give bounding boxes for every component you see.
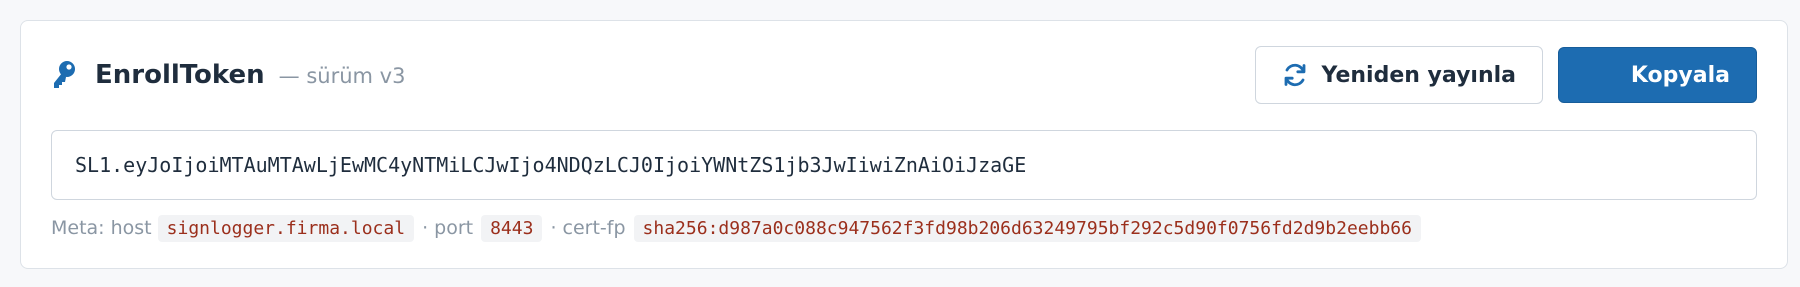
meta-certfp: sha256:d987a0c088c947562f3fd98b206d63249…	[633, 214, 1421, 242]
meta-prefix: Meta: host	[51, 217, 152, 239]
refresh-icon	[1282, 62, 1308, 88]
meta-host: signlogger.firma.local	[157, 214, 415, 242]
copy-label: Kopyala	[1630, 62, 1730, 88]
version-label: — sürüm v3	[278, 64, 406, 88]
copy-button[interactable]: Kopyala	[1558, 47, 1757, 103]
meta-port: 8443	[481, 214, 543, 242]
token-title: EnrollToken	[95, 60, 265, 90]
meta-info: Meta: host signlogger.firma.local · port…	[51, 211, 1427, 245]
enroll-token-card: EnrollToken — sürüm v3 Yeniden yayınla K…	[20, 20, 1788, 269]
republish-button[interactable]: Yeniden yayınla	[1254, 46, 1543, 104]
token-field[interactable]: SL1.eyJoIjoiMTAuMTAwLjEwMC4yNTMiLCJwIjo4…	[51, 130, 1757, 200]
republish-label: Yeniden yayınla	[1321, 62, 1516, 88]
token-value: SL1.eyJoIjoiMTAuMTAwLjEwMC4yNTMiLCJwIjo4…	[75, 153, 1027, 177]
card-header: EnrollToken — sürüm v3 Yeniden yayınla K…	[51, 46, 1757, 104]
key-icon	[51, 60, 77, 90]
meta-port-label: · port	[422, 217, 474, 239]
meta-certfp-label: · cert-fp	[550, 217, 626, 239]
